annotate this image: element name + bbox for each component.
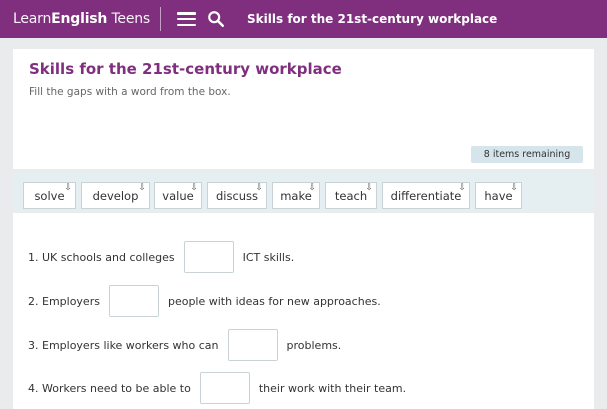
question-3: 3. Employers like workers who can proble… [28,329,341,361]
logo-learn: Learn [13,11,52,27]
drag-icon: ⇩ [190,183,198,193]
question-text-after: people with ideas for new approaches. [167,294,381,308]
drag-icon: ⇩ [138,183,146,193]
word-chip-label: discuss [215,188,259,203]
question-1: 1. UK schools and colleges ICT skills. [28,241,294,273]
page-title-nav: Skills for the 21st-century workplace [247,12,498,26]
logo-teens: Teens [107,11,151,27]
divider [160,7,162,31]
word-chip-value[interactable]: value ⇩ [154,182,202,209]
drag-icon: ⇩ [64,183,72,193]
drag-icon: ⇩ [255,183,263,193]
word-chip-make[interactable]: make ⇩ [272,182,320,209]
word-chip-differentiate[interactable]: differentiate ⇩ [382,182,470,209]
word-chip-solve[interactable]: solve ⇩ [23,182,76,209]
top-bar: LearnEnglish Teens Skills for the 21st-c… [0,0,607,38]
exercise-title: Skills for the 21st-century workplace [29,60,342,78]
items-remaining-badge: 8 items remaining [471,146,583,163]
question-text-after: their work with their team. [258,381,407,395]
question-text-before: 1. UK schools and colleges [28,250,175,264]
drag-icon: ⇩ [365,183,373,193]
exercise-instructions: Fill the gaps with a word from the box. [29,86,231,98]
question-4: 4. Workers need to be able to their work… [28,372,406,404]
word-chip-label: make [280,188,312,203]
answer-gap-3[interactable] [227,329,278,361]
drag-icon: ⇩ [458,183,466,193]
search-icon[interactable] [207,10,225,28]
answer-gap-1[interactable] [183,241,234,273]
word-chip-teach[interactable]: teach ⇩ [325,182,377,209]
word-chip-label: teach [334,188,368,203]
site-logo[interactable]: LearnEnglish Teens [13,11,150,27]
drag-icon: ⇩ [308,183,316,193]
logo-english: English [51,11,108,27]
hamburger-menu-icon[interactable] [177,12,197,26]
question-text-before: 2. Employers [28,294,100,308]
question-text-before: 4. Workers need to be able to [28,381,191,395]
word-chip-label: have [484,188,513,203]
word-chip-label: solve [34,188,65,203]
word-chip-have[interactable]: have ⇩ [475,182,522,209]
drag-icon: ⇩ [510,183,518,193]
question-text-after: ICT skills. [242,250,295,264]
answer-gap-2[interactable] [108,285,159,317]
word-chip-label: value [162,188,194,203]
answer-gap-4[interactable] [199,372,250,404]
question-text-before: 3. Employers like workers who can [28,338,219,352]
word-chip-discuss[interactable]: discuss ⇩ [207,182,267,209]
question-2: 2. Employers people with ideas for new a… [28,285,381,317]
word-chip-develop[interactable]: develop ⇩ [81,182,150,209]
word-chip-label: develop [92,188,139,203]
question-text-after: problems. [286,338,342,352]
word-chip-label: differentiate [390,188,462,203]
